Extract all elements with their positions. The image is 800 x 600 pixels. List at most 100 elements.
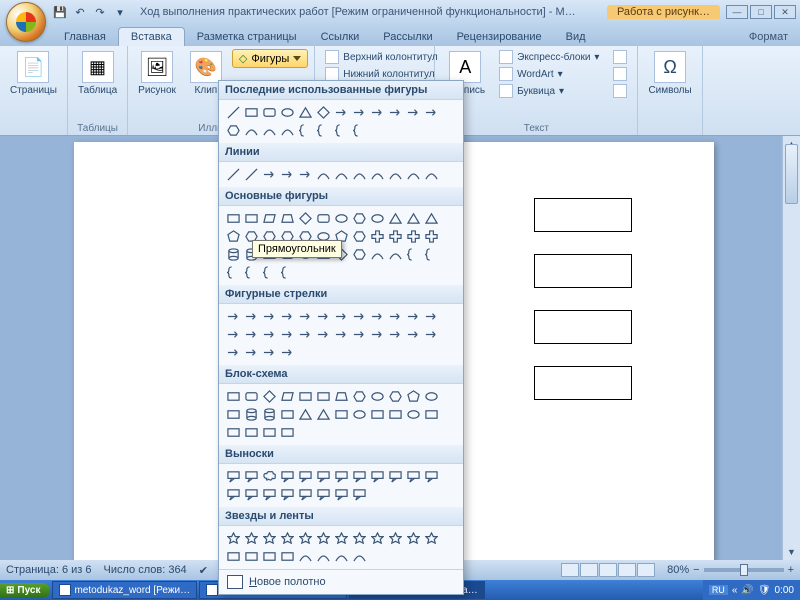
web-view[interactable] [599,563,617,577]
shape-hex[interactable] [387,388,404,405]
taskbar-item[interactable]: metodukaz_word [Режи… [52,581,197,599]
shape-oval[interactable] [369,388,386,405]
shape-star[interactable] [279,530,296,547]
shape-rect[interactable] [225,548,242,565]
shape-rrect[interactable] [315,210,332,227]
shape-arrow[interactable] [261,326,278,343]
shape-rrect[interactable] [261,104,278,121]
shape-trap[interactable] [333,388,350,405]
header-button[interactable]: Верхний колонтитул [321,49,442,65]
shape-callout[interactable] [315,468,332,485]
shape-tri[interactable] [423,210,440,227]
shape-curve[interactable] [297,548,314,565]
shape-rect[interactable] [387,406,404,423]
outline-view[interactable] [618,563,636,577]
shape-oval[interactable] [279,104,296,121]
symbols-button[interactable]: Ω Символы [644,49,695,98]
shape-hex[interactable] [351,228,368,245]
shape-curve[interactable] [315,166,332,183]
shape-curve[interactable] [333,548,350,565]
tab-format[interactable]: Формат [737,28,800,46]
shape-cloud[interactable] [261,468,278,485]
shape-arrow[interactable] [351,326,368,343]
shape-curve[interactable] [279,122,296,139]
dropcap-button[interactable]: Буквица ▾ [495,83,603,99]
shape-star[interactable] [423,530,440,547]
redo-icon[interactable]: ↷ [92,4,108,20]
shape-rect[interactable] [243,548,260,565]
shape-rect[interactable] [297,388,314,405]
maximize-button[interactable]: □ [750,5,772,19]
scroll-down-icon[interactable]: ▼ [783,544,800,560]
picture-button[interactable]: 🖼 Рисунок [134,49,180,98]
shape-star[interactable] [405,530,422,547]
shape-diam[interactable] [261,388,278,405]
zoom-knob[interactable] [740,564,748,576]
undo-icon[interactable]: ↶ [72,4,88,20]
zoom-value[interactable]: 80% [667,564,689,576]
shape-line[interactable] [243,166,260,183]
shape-arrow[interactable] [369,326,386,343]
shape-callout[interactable] [387,468,404,485]
shape-arrow[interactable] [279,326,296,343]
shape-callout[interactable] [333,486,350,503]
table-button[interactable]: ▦ Таблица [74,49,121,98]
language-indicator[interactable]: RU [709,585,728,595]
status-words[interactable]: Число слов: 364 [104,564,187,576]
shape-diam[interactable] [315,104,332,121]
shape-callout[interactable] [369,468,386,485]
shape-cyl[interactable] [261,406,278,423]
shape-arrow[interactable] [279,166,296,183]
shape-pent[interactable] [225,228,242,245]
shape-rect[interactable] [279,424,296,441]
shape-callout[interactable] [261,486,278,503]
shape-star[interactable] [225,530,242,547]
shape-curve[interactable] [369,246,386,263]
shape-tri[interactable] [405,210,422,227]
shape-arrow[interactable] [423,308,440,325]
rectangle-shape[interactable] [534,366,632,400]
shape-rect[interactable] [243,424,260,441]
shape-curve[interactable] [405,166,422,183]
shape-arrow[interactable] [387,104,404,121]
shape-para[interactable] [261,210,278,227]
shape-brace[interactable] [225,264,242,281]
reading-view[interactable] [580,563,598,577]
shape-rect[interactable] [279,548,296,565]
new-canvas-button[interactable]: Новое полотно [219,569,463,594]
shape-oval[interactable] [423,388,440,405]
shape-pent[interactable] [405,388,422,405]
shape-hex[interactable] [225,122,242,139]
shape-trap[interactable] [279,210,296,227]
shape-arrow[interactable] [261,166,278,183]
shape-brace[interactable] [279,264,296,281]
shape-rect[interactable] [261,424,278,441]
shape-curve[interactable] [369,166,386,183]
shape-star[interactable] [315,530,332,547]
shape-brace[interactable] [261,264,278,281]
shape-rect[interactable] [225,406,242,423]
shape-arrow[interactable] [225,326,242,343]
shape-arrow[interactable] [297,326,314,343]
shape-brace[interactable] [423,246,440,263]
shape-callout[interactable] [423,468,440,485]
shape-arrow[interactable] [405,104,422,121]
tray-icon[interactable]: 🛡 [758,585,771,596]
shape-callout[interactable] [243,486,260,503]
shape-rect[interactable] [423,406,440,423]
shape-curve[interactable] [315,548,332,565]
shape-arrow[interactable] [387,326,404,343]
shape-hex[interactable] [351,210,368,227]
shape-callout[interactable] [279,468,296,485]
shape-callout[interactable] [225,486,242,503]
shape-arrow[interactable] [279,344,296,361]
datetime-button[interactable] [609,66,631,82]
shape-arrow[interactable] [315,308,332,325]
object-button[interactable] [609,83,631,99]
shape-brace[interactable] [405,246,422,263]
shape-tri[interactable] [297,406,314,423]
start-button[interactable]: ⊞ Пуск [0,583,50,598]
shape-tri[interactable] [387,210,404,227]
shape-curve[interactable] [243,122,260,139]
shape-rect[interactable] [225,210,242,227]
